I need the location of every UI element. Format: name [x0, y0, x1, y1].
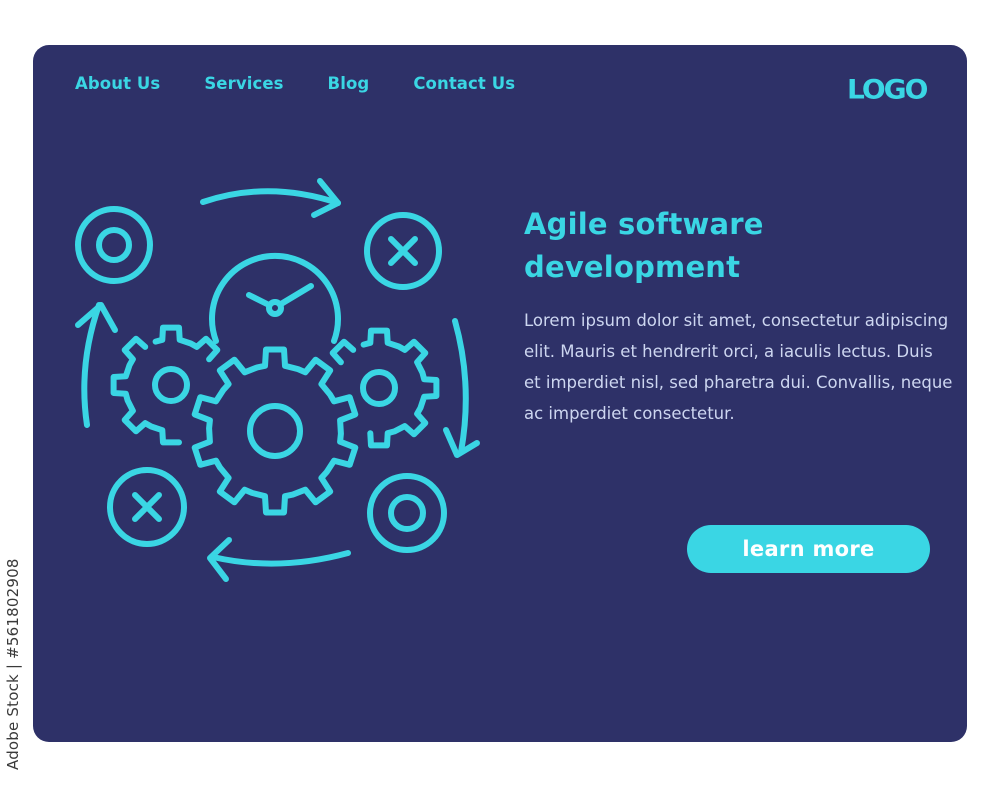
- hero-title: Agile software development: [524, 207, 764, 284]
- gear-hole: [247, 403, 303, 459]
- arrow-up-icon: [75, 302, 118, 428]
- learn-more-button[interactable]: learn more: [687, 525, 930, 573]
- hero-body: Lorem ipsum dolor sit amet, consectetur …: [524, 311, 953, 423]
- gear-hole: [152, 366, 190, 404]
- gear-center-icon: [191, 346, 359, 516]
- gear-left-icon: [110, 324, 221, 446]
- x-circle-icon: [364, 212, 442, 290]
- clock-icon: [209, 252, 341, 344]
- gear-outline: [329, 327, 440, 449]
- stock-credit: Adobe Stock | #561802908: [4, 558, 22, 770]
- landing-card: About Us Services Blog Contact Us LOGO A…: [33, 45, 967, 742]
- gear-outline: [191, 346, 359, 516]
- arrow-down-icon: [443, 318, 480, 458]
- gear-hole: [360, 369, 398, 407]
- target-circle-icon: [75, 206, 153, 284]
- target-circle-icon: [367, 473, 447, 553]
- arrow-left-icon: [207, 537, 351, 582]
- gear-right-icon: [329, 327, 440, 449]
- arrow-right-icon: [200, 178, 341, 218]
- x-circle-icon: [107, 467, 187, 547]
- gear-outline: [110, 324, 221, 446]
